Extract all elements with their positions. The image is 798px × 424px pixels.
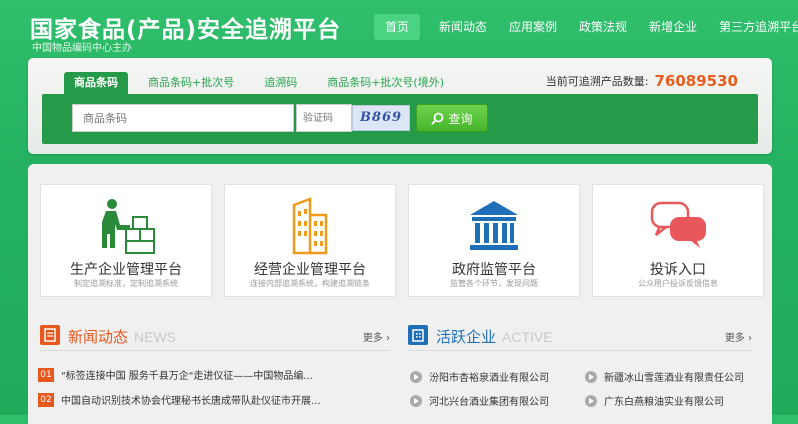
- company-item[interactable]: 汾阳市杏裕泉酒业有限公司: [410, 369, 549, 384]
- companies-more-label: 更多: [724, 333, 745, 344]
- news-icon: [40, 325, 60, 345]
- card-production-platform[interactable]: 生产企业管理平台 制定追溯标准，定制追溯系统: [40, 184, 212, 297]
- nav-cases[interactable]: 应用案例: [498, 14, 568, 40]
- tab-trace-code[interactable]: 追溯码: [254, 72, 307, 94]
- company-name: 广东白燕粮油实业有限公司: [604, 397, 724, 408]
- news-more-link[interactable]: 更多 ›: [363, 329, 390, 344]
- news-headline: "标签连接中国 服务千县万企"走进仪征——中国物品编...: [61, 371, 313, 382]
- news-number-badge: 01: [38, 367, 54, 382]
- query-button[interactable]: 查询: [416, 104, 488, 132]
- chat-bubbles-icon: [593, 193, 763, 257]
- companies-title-en: ACTIVE: [502, 329, 553, 345]
- product-count-label: 当前可追溯产品数量:: [545, 75, 649, 88]
- companies-more-link[interactable]: 更多 ›: [725, 329, 752, 344]
- company-name: 汾阳市杏裕泉酒业有限公司: [429, 373, 549, 384]
- arrow-right-icon: [585, 394, 597, 407]
- captcha-input[interactable]: [296, 104, 352, 132]
- barcode-input[interactable]: [72, 104, 294, 132]
- product-count: 当前可追溯产品数量: 76089530: [546, 72, 738, 90]
- news-item[interactable]: 01 "标签连接中国 服务千县万企"走进仪征——中国物品编...: [38, 367, 313, 382]
- main-content: 生产企业管理平台 制定追溯标准，定制追溯系统 经营企业管理平台 连接内部追溯系统…: [28, 164, 772, 424]
- card-government-platform[interactable]: 政府监管平台 监管各个环节，发现问题: [408, 184, 580, 297]
- nav-news[interactable]: 新闻动态: [428, 14, 498, 40]
- nav-policies[interactable]: 政策法规: [568, 14, 638, 40]
- company-item[interactable]: 河北兴台酒业集团有限公司: [410, 393, 549, 408]
- query-button-label: 查询: [448, 111, 473, 126]
- captcha-image[interactable]: B869: [352, 105, 410, 131]
- nav-new-companies[interactable]: 新增企业: [638, 14, 708, 40]
- news-section-title: 新闻动态 NEWS: [68, 326, 176, 347]
- company-name: 新疆冰山雪莲酒业有限责任公司: [604, 373, 744, 384]
- card-description: 监管各个环节，发现问题: [450, 279, 538, 288]
- main-nav: 首页 新闻动态 应用案例 政策法规 新增企业 第三方追溯平台: [374, 14, 798, 40]
- card-description: 连接内部追溯系统，构建追溯链条: [250, 279, 370, 288]
- site-subtitle: 中国物品编码中心主办: [32, 43, 132, 54]
- search-tabs: 商品条码 商品条码+批次号 追溯码 商品条码+批次号(境外): [64, 72, 454, 94]
- search-icon: [431, 112, 444, 125]
- search-bar: B869 查询: [42, 94, 758, 144]
- search-panel: 商品条码 商品条码+批次号 追溯码 商品条码+批次号(境外) 当前可追溯产品数量…: [28, 58, 772, 154]
- news-item[interactable]: 02 中国自动识别技术协会代理秘书长唐成带队赴仪征市开展...: [38, 392, 321, 407]
- tab-barcode-batch-overseas[interactable]: 商品条码+批次号(境外): [317, 72, 454, 94]
- arrow-right-icon: [585, 370, 597, 383]
- card-title: 投诉入口: [650, 262, 706, 278]
- tab-barcode[interactable]: 商品条码: [64, 72, 128, 94]
- companies-section-title: 活跃企业 ACTIVE: [436, 326, 553, 347]
- news-title-en: NEWS: [134, 329, 177, 345]
- company-icon: [408, 325, 428, 345]
- worker-boxes-icon: [41, 193, 211, 257]
- chevron-right-icon: ›: [386, 333, 390, 344]
- companies-section-header: 活跃企业 ACTIVE 更多 ›: [408, 322, 752, 351]
- card-complaint-entry[interactable]: 投诉入口 公众用户投诉反馈信息: [592, 184, 764, 297]
- card-title: 政府监管平台: [452, 262, 536, 278]
- arrow-right-icon: [410, 370, 422, 383]
- nav-home[interactable]: 首页: [374, 14, 421, 40]
- product-count-value: 76089530: [654, 72, 739, 90]
- government-building-icon: [409, 193, 579, 257]
- news-title-cn: 新闻动态: [68, 328, 129, 346]
- card-title: 生产企业管理平台: [70, 262, 182, 278]
- companies-title-cn: 活跃企业: [436, 328, 497, 346]
- buildings-icon: [225, 193, 395, 257]
- company-item[interactable]: 广东白燕粮油实业有限公司: [585, 393, 724, 408]
- news-section-header: 新闻动态 NEWS 更多 ›: [40, 322, 390, 351]
- chevron-right-icon: ›: [748, 333, 752, 344]
- card-business-platform[interactable]: 经营企业管理平台 连接内部追溯系统，构建追溯链条: [224, 184, 396, 297]
- arrow-right-icon: [410, 394, 422, 407]
- card-description: 制定追溯标准，定制追溯系统: [74, 279, 178, 288]
- nav-third-party[interactable]: 第三方追溯平台: [708, 14, 798, 40]
- news-more-label: 更多: [362, 333, 383, 344]
- news-headline: 中国自动识别技术协会代理秘书长唐成带队赴仪征市开展...: [61, 396, 321, 407]
- card-title: 经营企业管理平台: [254, 262, 366, 278]
- tab-barcode-batch[interactable]: 商品条码+批次号: [138, 72, 244, 94]
- company-name: 河北兴台酒业集团有限公司: [429, 397, 549, 408]
- company-item[interactable]: 新疆冰山雪莲酒业有限责任公司: [585, 369, 744, 384]
- news-number-badge: 02: [38, 392, 54, 407]
- card-description: 公众用户投诉反馈信息: [638, 279, 718, 288]
